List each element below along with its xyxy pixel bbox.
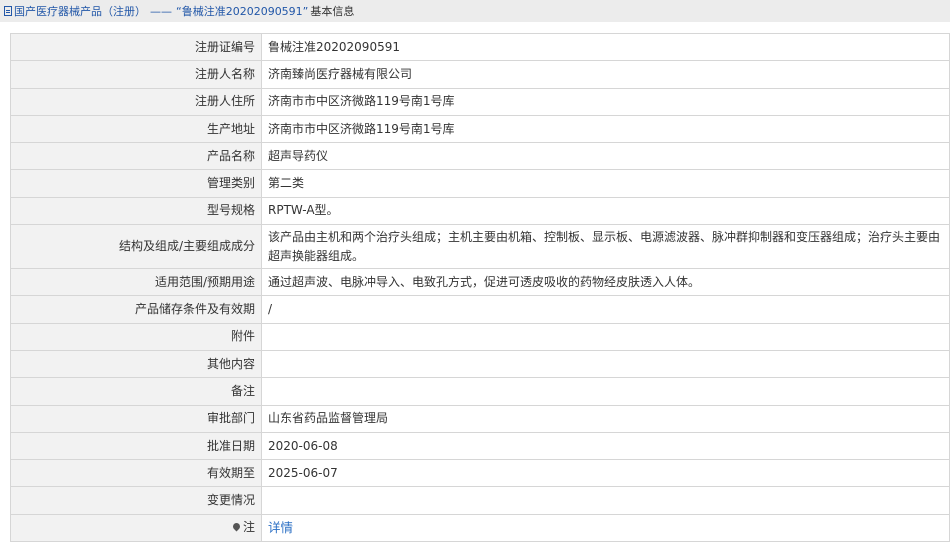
field-value: 第二类 <box>261 169 950 198</box>
field-label: 结构及组成/主要组成成分 <box>10 224 262 270</box>
breadcrumb-separator: —— <box>150 4 172 18</box>
field-value <box>261 377 950 406</box>
table-row: 注册人名称 济南臻尚医疗器械有限公司 <box>10 60 950 89</box>
field-label: 型号规格 <box>10 196 262 226</box>
field-label: 管理类别 <box>10 169 262 198</box>
field-value: 通过超声波、电脉冲导入、电致孔方式，促进可透皮吸收的药物经皮肤透入人体。 <box>261 268 950 297</box>
table-row: 备注 <box>10 377 950 406</box>
note-label: 注 <box>242 520 255 535</box>
field-label: 批准日期 <box>10 431 262 461</box>
table-row: 管理类别 第二类 <box>10 169 950 198</box>
table-row: 适用范围/预期用途 通过超声波、电脉冲导入、电致孔方式，促进可透皮吸收的药物经皮肤… <box>10 268 950 297</box>
table-row: 结构及组成/主要组成成分 该产品由主机和两个治疗头组成；主机主要由机箱、控制板、显… <box>10 224 950 270</box>
field-label: 附件 <box>10 322 262 351</box>
field-label: 注册人住所 <box>10 87 262 116</box>
table-row: 型号规格 RPTW-A型。 <box>10 196 950 226</box>
field-value <box>261 349 950 379</box>
table-row: 生产地址 济南市市中区济微路119号南1号库 <box>10 114 950 144</box>
field-value: / <box>261 295 950 324</box>
field-label: 其他内容 <box>10 349 262 379</box>
table-row: 变更情况 <box>10 486 950 515</box>
field-value <box>261 486 950 515</box>
field-label: 备注 <box>10 377 262 406</box>
note-value-cell: 详情 <box>261 513 950 543</box>
field-value: 济南市市中区济微路119号南1号库 <box>261 114 950 144</box>
note-label-cell: 注 <box>10 513 262 543</box>
field-label: 注册人名称 <box>10 60 262 89</box>
document-icon <box>4 6 12 16</box>
table-row: 批准日期 2020-06-08 <box>10 431 950 461</box>
field-value: 鲁械注准20202090591 <box>261 32 950 62</box>
table-row: 产品名称 超声导药仪 <box>10 142 950 171</box>
table-row: 注册证编号 鲁械注准20202090591 <box>10 32 950 62</box>
table-row: 审批部门 山东省药品监督管理局 <box>10 404 950 433</box>
field-label: 有效期至 <box>10 459 262 488</box>
field-value: 济南市市中区济微路119号南1号库 <box>261 87 950 116</box>
table-row: 其他内容 <box>10 349 950 379</box>
field-label: 生产地址 <box>10 114 262 144</box>
basic-info-table: 注册证编号 鲁械注准20202090591 注册人名称 济南臻尚医疗器械有限公司 注册人… <box>10 32 950 543</box>
breadcrumb-category[interactable]: 国产医疗器械产品（注册） <box>14 3 146 19</box>
table-row: 附件 <box>10 322 950 351</box>
pin-icon <box>231 521 242 532</box>
field-value: 该产品由主机和两个治疗头组成；主机主要由机箱、控制板、显示板、电源滤波器、脉冲群… <box>261 224 950 270</box>
field-value: RPTW-A型。 <box>261 196 950 226</box>
field-label: 审批部门 <box>10 404 262 433</box>
field-label: 产品名称 <box>10 142 262 171</box>
field-value: 超声导药仪 <box>261 142 950 171</box>
field-label: 产品储存条件及有效期 <box>10 295 262 324</box>
details-link[interactable]: 详情 <box>268 520 293 535</box>
table-row: 产品储存条件及有效期 / <box>10 295 950 324</box>
field-value: 2025-06-07 <box>261 459 950 488</box>
table-row: 有效期至 2025-06-07 <box>10 459 950 488</box>
breadcrumb: 国产医疗器械产品（注册） —— “鲁械注准20202090591” 基本信息 <box>0 0 950 22</box>
field-value: 山东省药品监督管理局 <box>261 404 950 433</box>
field-label: 变更情况 <box>10 486 262 515</box>
field-label: 适用范围/预期用途 <box>10 268 262 297</box>
table-row: 注册人住所 济南市市中区济微路119号南1号库 <box>10 87 950 116</box>
breadcrumb-suffix: 基本信息 <box>310 5 355 18</box>
note-row: 注详情 <box>10 513 950 543</box>
field-label: 注册证编号 <box>10 32 262 62</box>
field-value: 济南臻尚医疗器械有限公司 <box>261 60 950 89</box>
field-value <box>261 322 950 351</box>
breadcrumb-current: “鲁械注准20202090591” <box>176 5 309 18</box>
field-value: 2020-06-08 <box>261 431 950 461</box>
